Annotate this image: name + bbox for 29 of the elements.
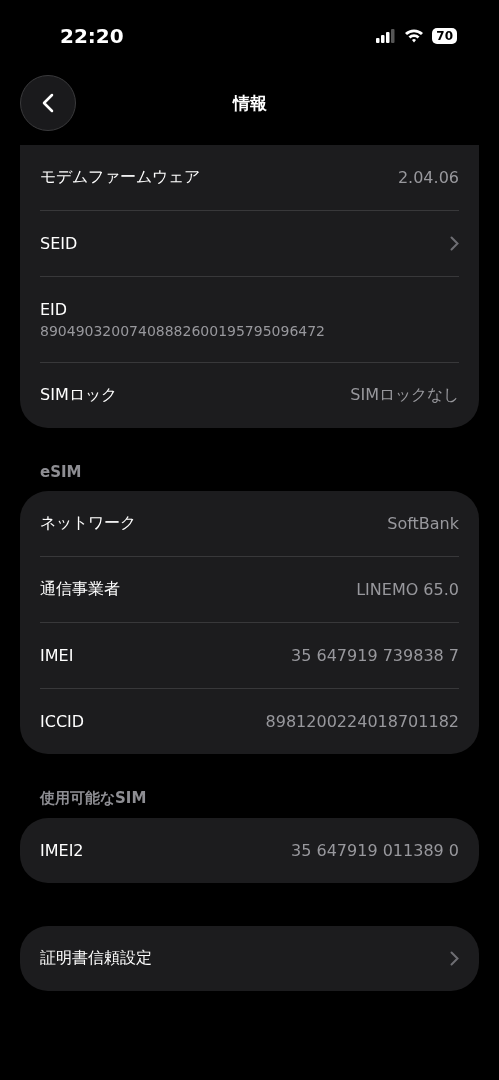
row-value: 35 647919 739838 7 [291,646,459,665]
back-icon [42,93,54,113]
row-value: 89049032007408882600195795096472 [40,323,326,339]
row-value: 2.04.06 [397,168,459,187]
row-label: ICCID [40,712,85,731]
row-label: 通信事業者 [40,579,120,600]
row-label: SIMロック [40,385,117,406]
row-label[interactable]: SEID [40,234,78,253]
chevron-icon [450,236,459,251]
battery-level: 70 [432,27,457,44]
status-time: 22:20 [60,23,124,48]
row-label: IMEI2 [40,841,84,860]
row-label[interactable]: 証明書信頼設定 [40,948,152,969]
row-label: ネットワーク [40,513,136,534]
wifi-icon [404,28,425,43]
row-value: 8981200224018701182 [265,712,459,731]
row-value: 35 647919 011389 0 [291,841,459,860]
row-value: SoftBank [387,514,459,533]
section-title: 使用可能なSIM [38,789,148,808]
row-label: EID [40,300,68,319]
chevron-icon [450,951,459,966]
signal-icon [376,28,397,43]
row-value: LINEMO 65.0 [356,580,459,599]
row-label: モデムファームウェア [40,167,200,188]
section-title: eSIM [39,463,83,481]
back-button[interactable] [20,75,76,131]
row-label: IMEI [40,646,74,665]
page-title: 情報 [232,91,267,115]
row-value: SIMロックなし [350,385,459,406]
